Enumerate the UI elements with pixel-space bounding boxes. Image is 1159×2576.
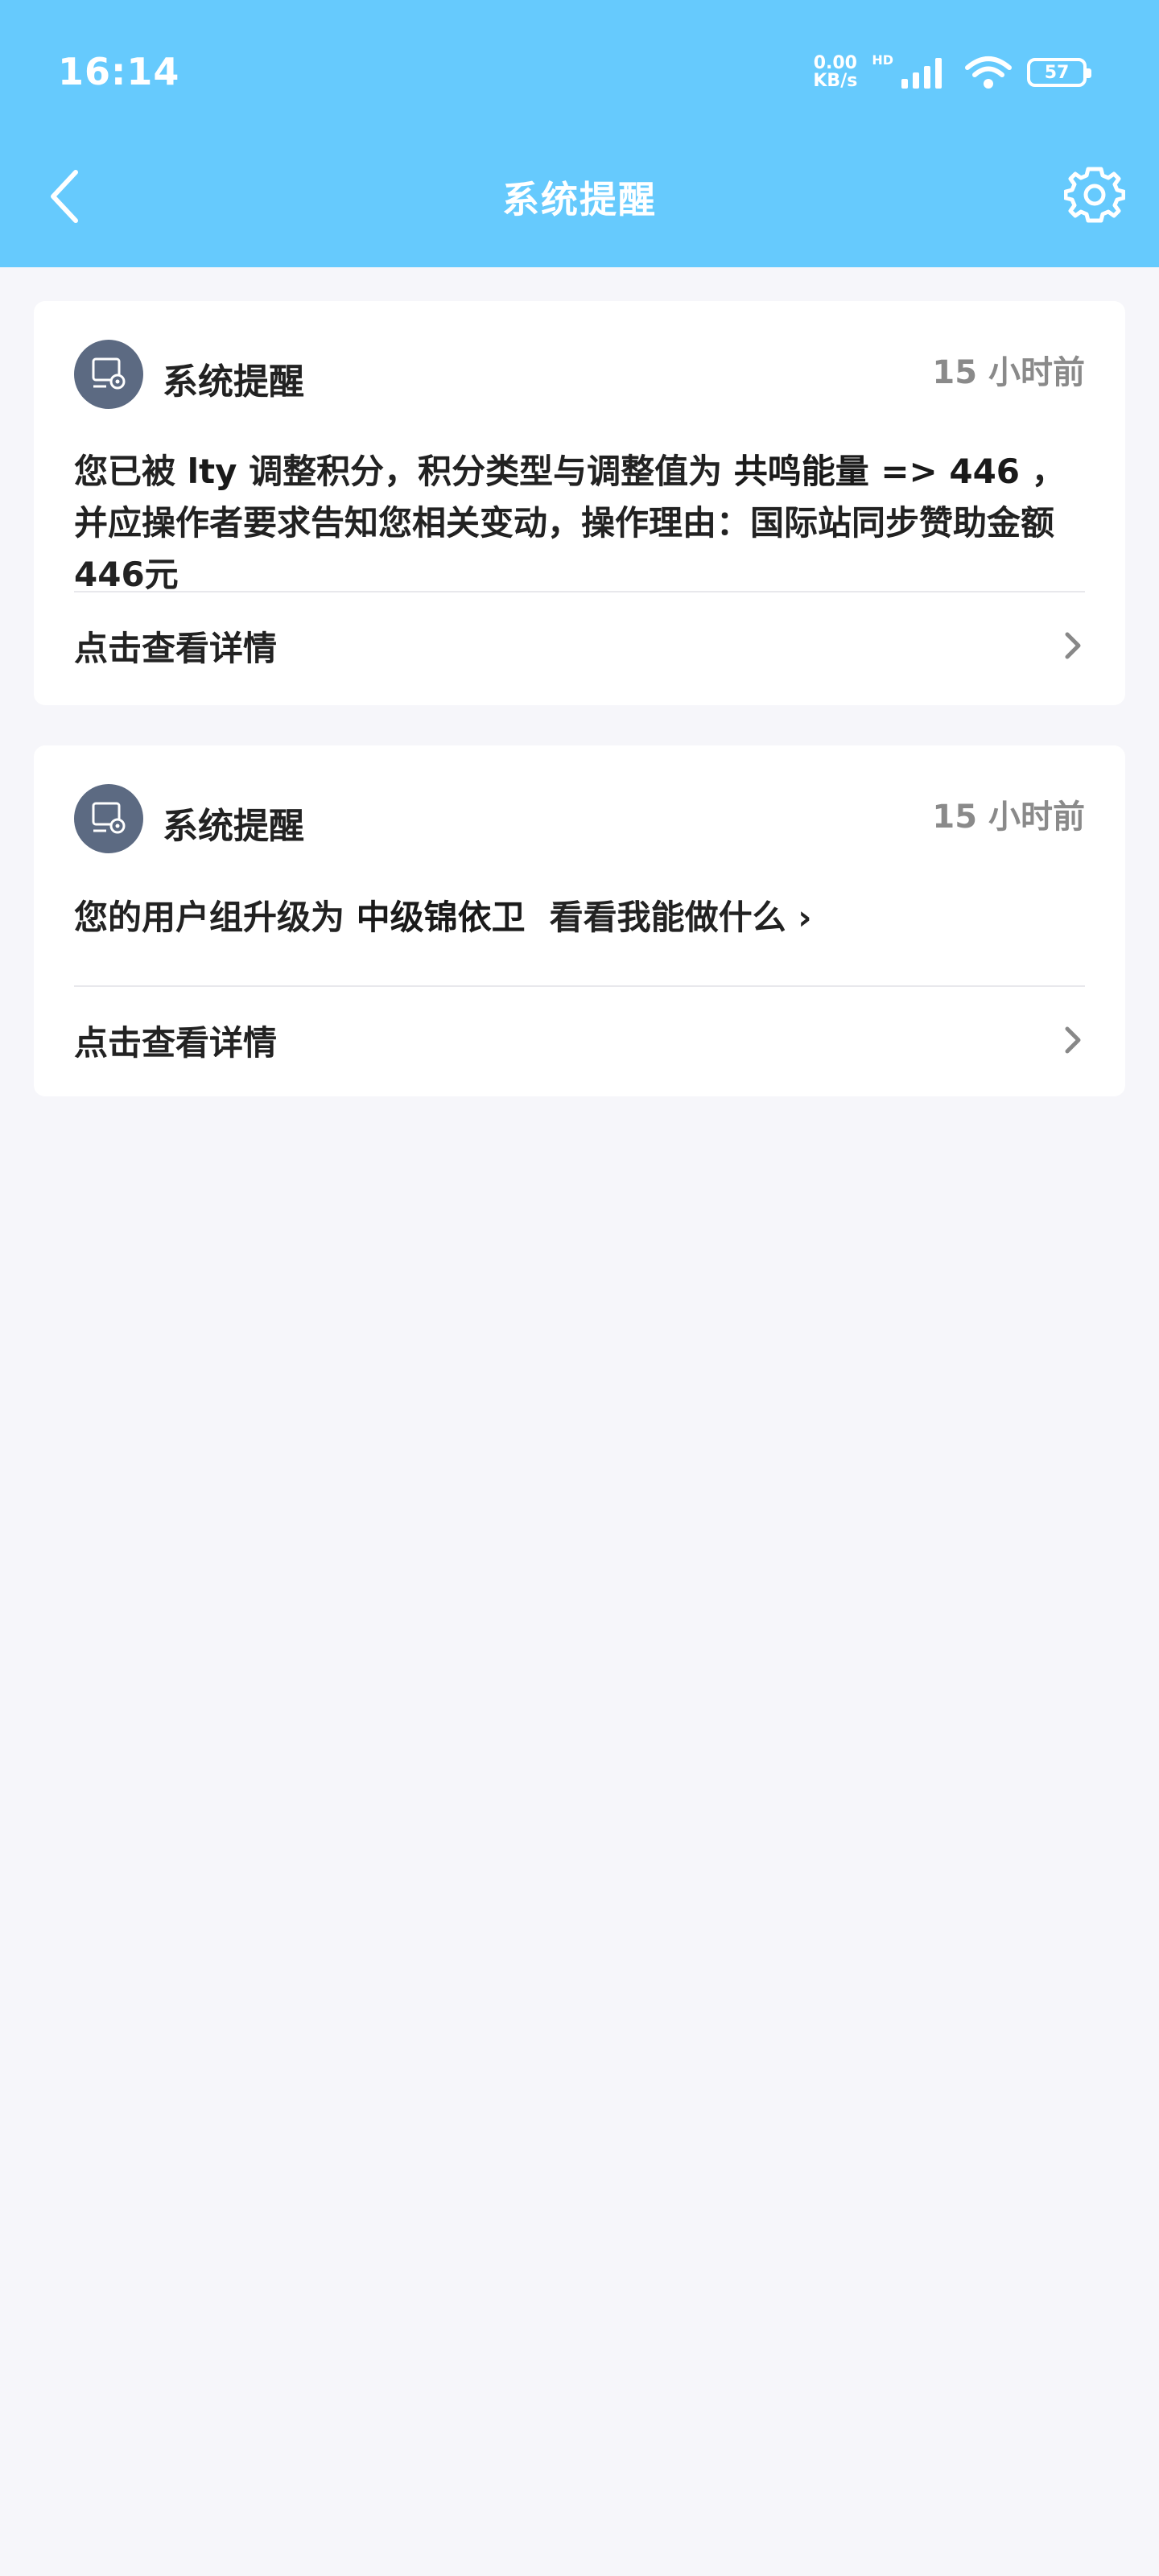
points-adjustment: 共鸣能量 => 446	[733, 452, 1021, 491]
divider	[74, 985, 1085, 987]
battery-icon: 57	[1027, 58, 1091, 87]
settings-button[interactable]	[1063, 164, 1126, 225]
system-notice-icon	[74, 784, 143, 853]
battery-level: 57	[1044, 62, 1070, 83]
divider	[74, 591, 1085, 592]
chevron-right-icon	[1065, 1026, 1081, 1054]
status-icons: 0.00 KB/s HD 57	[813, 50, 1091, 95]
notification-body: 您的用户组升级为 中级锦依卫 看看我能做什么 ›	[74, 898, 812, 937]
what-can-i-do-link[interactable]: 看看我能做什么 ›	[550, 898, 812, 937]
network-speed: 0.00 KB/s	[813, 53, 858, 91]
notification-time: 15 小时前	[932, 354, 1085, 391]
wifi-icon	[965, 56, 1012, 89]
operator-name: lty	[187, 452, 237, 491]
notification-card: 系统提醒 15 小时前 您已被 lty 调整积分，积分类型与调整值为 共鸣能量 …	[34, 301, 1125, 705]
view-details-row[interactable]: 点击查看详情	[74, 1008, 1085, 1072]
signal-icon	[901, 58, 942, 89]
user-group-name: 中级锦依卫	[356, 898, 526, 937]
notification-title: 系统提醒	[163, 806, 304, 847]
page-title: 系统提醒	[502, 178, 657, 221]
notification-body: 您已被 lty 调整积分，积分类型与调整值为 共鸣能量 => 446 ，并应操作…	[74, 452, 1066, 594]
view-details-label: 点击查看详情	[74, 1022, 278, 1063]
system-notice-icon	[74, 340, 143, 409]
app-header: 16:14 0.00 KB/s HD 57 系统提醒	[0, 0, 1159, 267]
notification-title: 系统提醒	[163, 361, 304, 402]
gear-icon	[1063, 167, 1126, 223]
chevron-right-icon	[1065, 632, 1081, 659]
notification-time: 15 小时前	[932, 799, 1085, 836]
hd-label: HD	[872, 52, 893, 68]
status-time: 16:14	[58, 50, 180, 93]
view-details-row[interactable]: 点击查看详情	[74, 613, 1085, 678]
view-details-label: 点击查看详情	[74, 628, 278, 668]
notification-card: 系统提醒 15 小时前 您的用户组升级为 中级锦依卫 看看我能做什么 › 点击查看…	[34, 745, 1125, 1096]
